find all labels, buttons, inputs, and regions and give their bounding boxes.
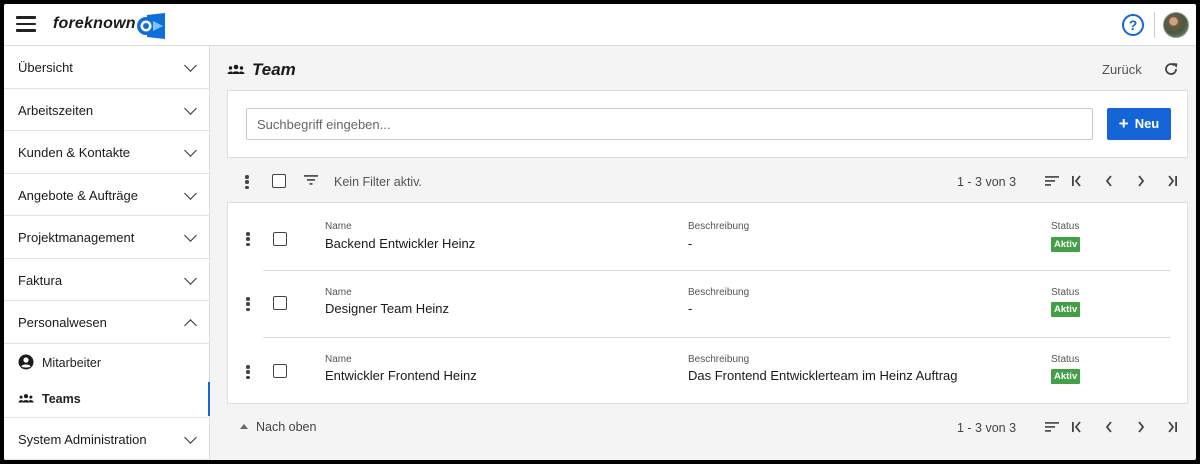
row-checkbox[interactable]	[273, 296, 287, 310]
chevron-down-icon	[184, 186, 197, 200]
more-vert-icon[interactable]	[246, 297, 250, 312]
app-logo-text: foreknown	[53, 15, 136, 32]
status-label: Status	[1051, 221, 1080, 232]
app-window: foreknown ? Übersicht Arbeitszeiten Kund…	[4, 4, 1196, 460]
chevron-left-icon[interactable]	[1101, 419, 1117, 435]
sidebar-item-projektmanagement[interactable]: Projektmanagement	[4, 216, 209, 259]
page-title: Team	[252, 60, 296, 79]
back-button[interactable]: Zurück	[1102, 62, 1142, 77]
more-vert-icon[interactable]	[246, 365, 250, 380]
sort-icon[interactable]	[1044, 419, 1060, 435]
select-all-checkbox[interactable]	[272, 174, 286, 188]
list-footer: Nach oben 1 - 3 von 3	[227, 410, 1188, 444]
list-item[interactable]: Name Entwickler Frontend Heinz Beschreib…	[228, 337, 1189, 403]
team-name: Designer Team Heinz	[325, 301, 450, 316]
sidebar-item-teams[interactable]: Teams	[4, 381, 210, 416]
help-icon[interactable]: ?	[1122, 14, 1144, 36]
team-description: -	[688, 301, 693, 316]
plus-icon: +	[1118, 114, 1129, 133]
divider	[1154, 12, 1155, 38]
refresh-icon[interactable]	[1163, 61, 1179, 77]
filter-status: Kein Filter aktiv.	[334, 175, 422, 189]
sort-icon[interactable]	[1044, 173, 1060, 189]
description-label: Beschreibung	[688, 354, 750, 365]
team-description: -	[688, 236, 693, 251]
search-card: + Neu	[227, 90, 1188, 158]
main-content: Team Zurück + Neu Kein Filter aktiv. 1 - …	[211, 46, 1196, 460]
team-name: Entwickler Frontend Heinz	[325, 368, 477, 383]
first-page-icon[interactable]	[1069, 419, 1085, 435]
list-toolbar: Kein Filter aktiv. 1 - 3 von 3	[227, 164, 1188, 198]
sidebar-item-label: Teams	[42, 391, 81, 406]
last-page-icon[interactable]	[1164, 419, 1180, 435]
sidebar-item-label: Projektmanagement	[18, 230, 135, 245]
more-vert-icon[interactable]	[246, 232, 250, 247]
status-badge: Aktiv	[1051, 369, 1081, 384]
chevron-down-icon	[184, 144, 197, 157]
sidebar: Übersicht Arbeitszeiten Kunden & Kontakt…	[4, 46, 210, 460]
chevron-down-icon	[184, 229, 197, 242]
sidebar-item-mitarbeiter[interactable]: Mitarbeiter	[4, 346, 210, 380]
row-checkbox[interactable]	[273, 232, 287, 246]
description-label: Beschreibung	[688, 221, 750, 232]
avatar[interactable]	[1163, 12, 1189, 38]
list-item[interactable]: Name Backend Entwickler Heinz Beschreibu…	[228, 203, 1189, 269]
chevron-down-icon	[184, 271, 197, 285]
chevron-down-icon	[184, 430, 197, 444]
status-badge: Aktiv	[1051, 237, 1081, 252]
description-label: Beschreibung	[688, 287, 750, 298]
account-circle-icon	[18, 354, 34, 369]
sidebar-item-label: Übersicht	[18, 60, 73, 75]
more-vert-icon[interactable]	[245, 175, 249, 190]
scroll-top-button[interactable]: Nach oben	[256, 420, 316, 434]
status-badge: Aktiv	[1051, 302, 1081, 317]
name-label: Name	[325, 354, 352, 365]
chevron-left-icon[interactable]	[1101, 173, 1117, 189]
sidebar-item-faktura[interactable]: Faktura	[4, 259, 209, 301]
new-button-label: Neu	[1134, 116, 1160, 131]
first-page-icon[interactable]	[1069, 173, 1085, 189]
chevron-up-icon	[184, 319, 197, 332]
top-bar: foreknown ?	[4, 4, 1196, 46]
last-page-icon[interactable]	[1164, 173, 1180, 189]
new-button[interactable]: + Neu	[1107, 108, 1171, 140]
name-label: Name	[325, 221, 352, 232]
sidebar-item-label: Arbeitszeiten	[18, 102, 94, 118]
menu-icon[interactable]	[16, 16, 36, 32]
sidebar-item-label: System Administration	[18, 431, 147, 447]
pagination-info: 1 - 3 von 3	[957, 421, 1017, 435]
sidebar-submenu: Mitarbeiter Teams	[4, 344, 210, 418]
pagination-info: 1 - 3 von 3	[957, 175, 1017, 189]
filter-icon[interactable]	[304, 175, 318, 185]
status-label: Status	[1051, 354, 1080, 365]
sidebar-item-arbeitszeiten[interactable]: Arbeitszeiten	[4, 89, 209, 131]
sidebar-item-kunden-kontakte[interactable]: Kunden & Kontakte	[4, 131, 209, 174]
groups-icon	[18, 393, 34, 402]
sidebar-item-angebote-auftraege[interactable]: Angebote & Aufträge	[4, 174, 209, 216]
sidebar-item-label: Mitarbeiter	[42, 355, 102, 370]
chevron-right-icon[interactable]	[1133, 173, 1149, 189]
status-label: Status	[1051, 287, 1080, 298]
groups-icon	[227, 64, 245, 74]
logo-icon	[137, 13, 165, 39]
team-list: Name Backend Entwickler Heinz Beschreibu…	[227, 202, 1188, 404]
chevron-right-icon[interactable]	[1133, 419, 1149, 435]
team-name: Backend Entwickler Heinz	[325, 236, 476, 251]
search-input[interactable]	[246, 108, 1093, 140]
arrow-up-icon[interactable]	[240, 424, 248, 429]
sidebar-item-system-administration[interactable]: System Administration	[4, 418, 209, 460]
sidebar-item-uebersicht[interactable]: Übersicht	[4, 46, 209, 89]
name-label: Name	[325, 287, 352, 298]
row-checkbox[interactable]	[273, 364, 287, 378]
chevron-down-icon	[184, 101, 197, 115]
sidebar-item-label: Angebote & Aufträge	[18, 187, 138, 203]
sidebar-item-label: Personalwesen	[18, 315, 107, 330]
sidebar-item-personalwesen[interactable]: Personalwesen	[4, 301, 209, 344]
sidebar-item-label: Faktura	[18, 272, 63, 288]
team-description: Das Frontend Entwicklerteam im Heinz Auf…	[688, 368, 958, 383]
list-item[interactable]: Name Designer Team Heinz Beschreibung - …	[228, 270, 1189, 336]
chevron-down-icon	[184, 59, 197, 72]
sidebar-item-label: Kunden & Kontakte	[18, 145, 131, 160]
